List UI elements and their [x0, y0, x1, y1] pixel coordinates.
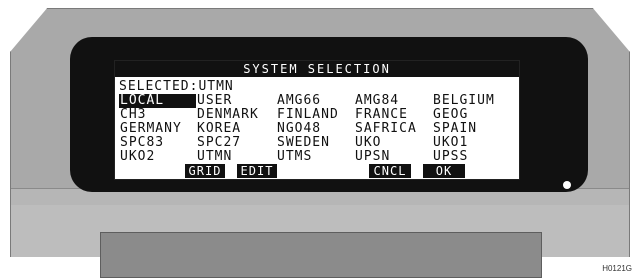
system-option[interactable]: UPSN [354, 150, 432, 164]
figure-code: H0121G [602, 264, 632, 273]
system-option[interactable]: SWEDEN [276, 136, 354, 150]
system-option-highlighted[interactable]: LOCAL [119, 94, 196, 108]
ok-button[interactable]: OK [423, 164, 465, 178]
system-option[interactable]: AMG66 [276, 94, 354, 108]
system-option[interactable]: GEOG [432, 108, 512, 122]
system-option[interactable]: SAFRICA [354, 122, 432, 136]
system-option[interactable]: SPC83 [119, 136, 196, 150]
system-option[interactable]: NGO48 [276, 122, 354, 136]
grid-button[interactable]: GRID [185, 164, 225, 178]
system-option[interactable]: UKO2 [119, 150, 196, 164]
system-list: LOCAL USER AMG66 AMG84 BELGIUM CH3 DENMA… [119, 94, 517, 164]
system-option[interactable]: UTMS [276, 150, 354, 164]
system-option[interactable]: UPSS [432, 150, 512, 164]
system-option[interactable]: SPC27 [196, 136, 276, 150]
device-keypad-slot [100, 232, 542, 278]
system-option[interactable]: FINLAND [276, 108, 354, 122]
cancel-button[interactable]: CNCL [369, 164, 411, 178]
system-option[interactable]: USER [196, 94, 276, 108]
system-option[interactable]: FRANCE [354, 108, 432, 122]
system-option[interactable]: UKO1 [432, 136, 512, 150]
softkey-bar: GRID EDIT CNCL OK [115, 164, 519, 178]
system-option[interactable]: AMG84 [354, 94, 432, 108]
system-option[interactable]: UTMN [196, 150, 276, 164]
edit-button[interactable]: EDIT [237, 164, 277, 178]
lcd-screen: SYSTEM SELECTION SELECTED:UTMN LOCAL USE… [114, 60, 520, 180]
system-option[interactable]: KOREA [196, 122, 276, 136]
power-indicator-icon [563, 181, 571, 189]
system-option[interactable]: BELGIUM [432, 94, 512, 108]
system-option[interactable]: SPAIN [432, 122, 512, 136]
screen-title: SYSTEM SELECTION [115, 61, 519, 77]
selected-system-label: SELECTED:UTMN [119, 79, 234, 94]
system-option[interactable]: UKO [354, 136, 432, 150]
system-option[interactable]: DENMARK [196, 108, 276, 122]
system-option[interactable]: GERMANY [119, 122, 196, 136]
system-option[interactable]: CH3 [119, 108, 196, 122]
